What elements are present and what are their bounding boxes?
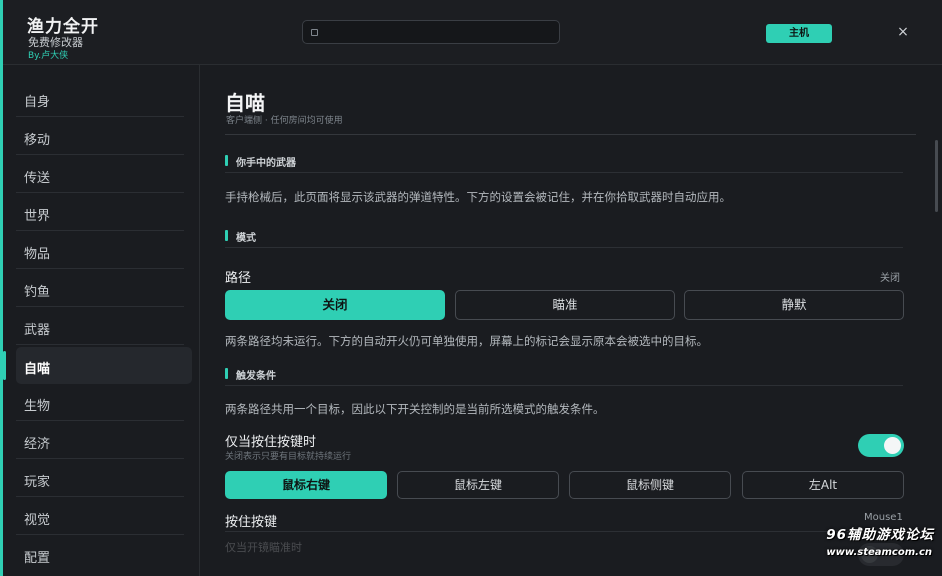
- scrollbar[interactable]: [935, 140, 938, 212]
- sidebar-item-aimbot[interactable]: 自喵: [3, 347, 192, 384]
- search-icon: [311, 29, 318, 36]
- page-title: 自喵: [225, 91, 265, 115]
- toggle-knob: [861, 546, 878, 563]
- sidebar-item-label: 配置: [24, 551, 51, 566]
- header: 渔力全开 免费修改器 By.卢大侠 主机 ×: [0, 0, 942, 65]
- sidebar-item-players[interactable]: 玩家: [16, 460, 184, 497]
- sidebar-item-label: 传送: [24, 171, 51, 186]
- sidebar-item-weapons[interactable]: 武器: [16, 308, 184, 345]
- path-option-silent[interactable]: 静默: [684, 290, 904, 320]
- path-label: 路径: [225, 271, 252, 286]
- sidebar-item-label: 自身: [24, 95, 51, 110]
- section-marker: [225, 230, 228, 241]
- page-subtitle: 客户端侧 · 任何房间均可使用: [226, 116, 343, 126]
- key-option-left-alt[interactable]: 左Alt: [742, 471, 904, 499]
- hold-key-label: 按住按键: [225, 515, 278, 530]
- sidebar-item-label: 生物: [24, 399, 51, 414]
- hold-only-label: 仅当按住按键时: [225, 435, 317, 450]
- key-option-left-mouse[interactable]: 鼠标左键: [397, 471, 559, 499]
- sidebar-item-world[interactable]: 世界: [16, 194, 184, 231]
- scope-only-toggle[interactable]: [858, 543, 904, 566]
- main-panel: 自喵 客户端侧 · 任何房间均可使用 你手中的武器 手持枪械后，此页面将显示该武…: [200, 65, 942, 576]
- sidebar-item-label: 自喵: [24, 362, 51, 377]
- search-input[interactable]: [323, 23, 557, 43]
- sidebar-item-creatures[interactable]: 生物: [16, 384, 184, 421]
- hold-only-toggle[interactable]: [858, 434, 904, 457]
- section-heading: 你手中的武器: [236, 158, 296, 169]
- key-option-side-mouse[interactable]: 鼠标侧键: [569, 471, 731, 499]
- sidebar-item-fishing[interactable]: 钓鱼: [16, 270, 184, 307]
- sidebar-item-items[interactable]: 物品: [16, 232, 184, 269]
- weapon-description: 手持枪械后，此页面将显示该武器的弹道特性。下方的设置会被记住，并在你拾取武器时自…: [225, 190, 731, 204]
- app-author: By.卢大侠: [28, 51, 69, 61]
- scope-only-label: 仅当开镜瞄准时: [225, 541, 302, 554]
- section-marker: [225, 368, 228, 379]
- section-mode: 模式: [225, 227, 903, 248]
- toggle-knob: [884, 437, 901, 454]
- sidebar-item-label: 世界: [24, 209, 51, 224]
- sidebar-item-config[interactable]: 配置: [16, 536, 184, 573]
- sidebar-item-label: 钓鱼: [24, 285, 51, 300]
- accent-strip: [0, 0, 3, 576]
- hold-key-value: Mouse1: [864, 512, 903, 523]
- path-option-off[interactable]: 关闭: [225, 290, 445, 320]
- sidebar-item-economy[interactable]: 经济: [16, 422, 184, 459]
- sidebar: 自身 移动 传送 世界 物品 钓鱼 武器 自喵 生物 经济 玩家 视觉 配置: [0, 65, 200, 576]
- sidebar-item-label: 物品: [24, 247, 51, 262]
- sidebar-item-label: 移动: [24, 133, 51, 148]
- section-weapon: 你手中的武器: [225, 152, 903, 173]
- mode-note: 两条路径均未运行。下方的自动开火仍可单独使用，屏幕上的标记会显示原本会被选中的目…: [225, 334, 708, 348]
- divider: [225, 134, 916, 135]
- section-trigger: 触发条件: [225, 365, 903, 386]
- sidebar-item-visuals[interactable]: 视觉: [16, 498, 184, 535]
- sidebar-item-label: 视觉: [24, 513, 51, 528]
- sidebar-item-self[interactable]: 自身: [16, 80, 184, 117]
- sidebar-item-movement[interactable]: 移动: [16, 118, 184, 155]
- active-indicator: [3, 351, 6, 380]
- divider: [225, 531, 903, 532]
- path-value: 关闭: [880, 273, 900, 284]
- close-icon[interactable]: ×: [894, 23, 912, 41]
- key-option-right-mouse[interactable]: 鼠标右键: [225, 471, 387, 499]
- sidebar-item-label: 武器: [24, 323, 51, 338]
- section-marker: [225, 155, 228, 166]
- sidebar-item-label: 玩家: [24, 475, 51, 490]
- search-box[interactable]: [302, 20, 560, 44]
- section-heading: 触发条件: [236, 371, 276, 382]
- path-option-aim[interactable]: 瞄准: [455, 290, 675, 320]
- sidebar-item-teleport[interactable]: 传送: [16, 156, 184, 193]
- hold-only-sublabel: 关闭表示只要有目标就持续运行: [225, 452, 352, 462]
- trigger-description: 两条路径共用一个目标，因此以下开关控制的是当前所选模式的触发条件。: [225, 402, 605, 416]
- host-button[interactable]: 主机: [766, 24, 832, 43]
- section-heading: 模式: [236, 233, 256, 244]
- app-window: 渔力全开 免费修改器 By.卢大侠 主机 × 自身 移动 传送 世界 物品 钓鱼…: [0, 0, 942, 576]
- sidebar-item-label: 经济: [24, 437, 51, 452]
